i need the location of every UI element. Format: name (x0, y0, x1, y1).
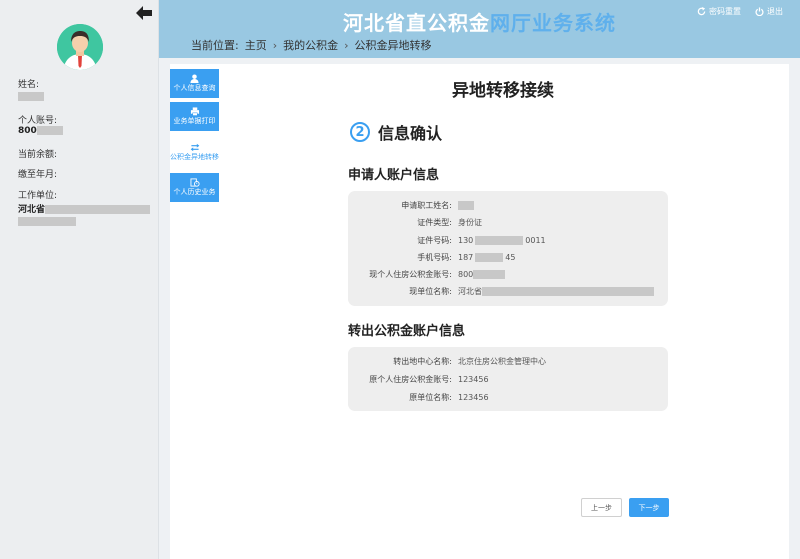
user-icon (190, 74, 199, 84)
account-value: 800 (18, 126, 63, 136)
applicant-row-id-type: 证件类型: 身份证 (417, 217, 482, 227)
power-icon (755, 7, 764, 16)
applicant-info-card: 申请职工姓名: 证件类型: 身份证 证件号码: 130 0011 手机号码: 18… (348, 191, 668, 306)
nav-fund-transfer[interactable]: 公积金异地转移 (170, 135, 219, 169)
chevron-right-icon: › (272, 38, 278, 52)
step-title: 信息确认 (378, 124, 443, 143)
sidebar: 姓名: 个人账号: 800 当前余额: 缴至年月: 工作单位: 河北省 (0, 0, 159, 559)
step-number: 2 (350, 122, 370, 142)
chevron-right-icon: › (344, 38, 349, 52)
employer-value: 河北省 (18, 202, 151, 215)
refresh-icon (697, 7, 706, 16)
nav-document-print[interactable]: 业务单据打印 (170, 102, 219, 131)
employer-label: 工作单位: (18, 191, 58, 201)
page-title: 异地转移接续 (452, 81, 554, 101)
applicant-section-title: 申请人账户信息 (348, 168, 440, 183)
transfer-info-card: 转出地中心名称: 北京住房公积金管理中心 原个人住房公积金账号: 123456 … (348, 347, 668, 411)
name-value (18, 92, 44, 102)
transfer-icon (190, 143, 199, 151)
applicant-row-name: 申请职工姓名: (348, 198, 668, 212)
balance-label: 当前余额: (18, 150, 58, 160)
transfer-row-account: 原个人住房公积金账号: 123456 (369, 374, 489, 384)
applicant-row-id-number: 证件号码: 130 0011 (417, 235, 546, 245)
breadcrumb-my-fund[interactable]: 我的公积金 (283, 37, 338, 53)
breadcrumb-home[interactable]: 主页 (245, 37, 267, 53)
next-step-button[interactable]: 下一步 (629, 498, 669, 517)
step-indicator: 2 信息确认 (350, 120, 442, 144)
transfer-row-center: 转出地中心名称: 北京住房公积金管理中心 (393, 356, 546, 366)
prev-step-button[interactable]: 上一步 (581, 498, 622, 517)
name-label: 姓名: (18, 80, 40, 90)
header: 河北省直公积金网厅业务系统 密码重置 退出 当前位置: 主页 › 我的公积金 ›… (159, 0, 800, 58)
applicant-row-phone: 手机号码: 187 45 (417, 252, 516, 262)
main-content: 个人信息查询 业务单据打印 公积金异地转移 个人历史业务 异地转移接续 2 信息… (170, 64, 789, 559)
breadcrumb-prefix: 当前位置: (191, 39, 239, 52)
applicant-row-employer: 现单位名称: 河北省 (348, 284, 668, 298)
nav-history[interactable]: 个人历史业务 (170, 173, 219, 202)
change-password-link[interactable]: 密码重置 (697, 6, 741, 17)
avatar (57, 24, 103, 70)
side-nav: 个人信息查询 业务单据打印 公积金异地转移 个人历史业务 (170, 69, 219, 206)
user-avatar-icon (57, 24, 103, 70)
logout-link[interactable]: 退出 (755, 6, 783, 17)
breadcrumb: 当前位置: 主页 › 我的公积金 › 公积金异地转移 (191, 37, 432, 53)
transfer-row-employer: 原单位名称: 123456 (409, 392, 489, 402)
employer-value-line2 (18, 217, 76, 227)
site-title: 河北省直公积金网厅业务系统 (343, 11, 616, 35)
paid-until-label: 缴至年月: (18, 170, 58, 180)
applicant-row-account: 现个人住房公积金账号: 800 (348, 267, 668, 281)
history-icon (190, 178, 200, 187)
breadcrumb-transfer: 公积金异地转移 (354, 39, 432, 52)
back-arrow-icon[interactable] (136, 6, 152, 20)
nav-personal-info[interactable]: 个人信息查询 (170, 69, 219, 98)
printer-icon (190, 107, 199, 116)
transfer-section-title: 转出公积金账户信息 (348, 324, 466, 339)
account-label: 个人账号: (18, 116, 58, 126)
